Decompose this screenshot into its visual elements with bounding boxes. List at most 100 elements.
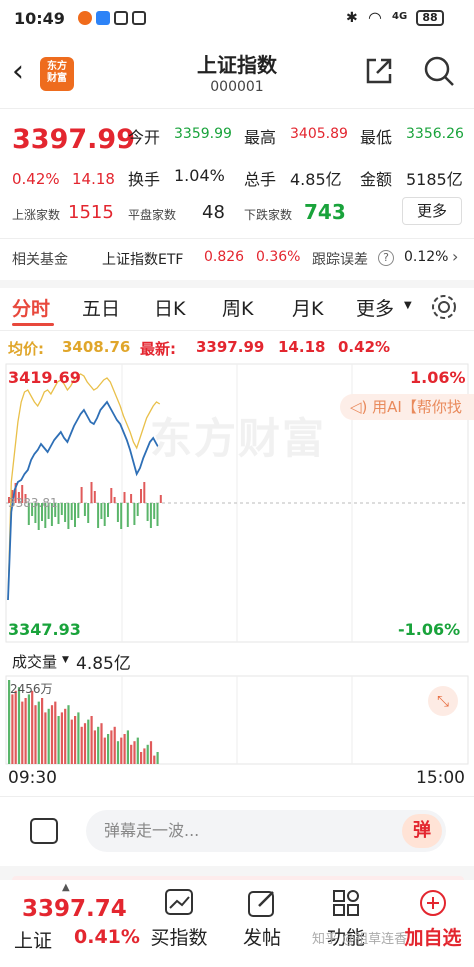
time-start: 09:30 <box>8 768 57 788</box>
tab-day-k[interactable]: 日K <box>154 294 185 321</box>
y-mid-price: 3383.81 <box>8 496 58 510</box>
nav-buy-index[interactable]: 买指数 <box>144 888 214 950</box>
price-bar <box>107 503 109 517</box>
nav-label: 买指数 <box>150 927 208 949</box>
more-button[interactable]: 更多 <box>402 197 462 225</box>
low-value: 3356.26 <box>406 126 464 142</box>
chart-icon <box>165 889 193 915</box>
volume-bar <box>54 701 57 764</box>
nav-post[interactable]: 发帖 <box>232 888 292 950</box>
volume-bar <box>156 752 159 764</box>
dropdown-icon[interactable]: ▼ <box>62 655 69 665</box>
tab-week-k[interactable]: 周K <box>222 294 253 321</box>
turnover-label: 换手 <box>128 170 161 189</box>
bottom-price[interactable]: 3397.74 <box>22 896 127 922</box>
fund-name[interactable]: 上证指数ETF <box>102 249 183 269</box>
volume-bar <box>83 723 87 764</box>
price-bar <box>80 487 83 503</box>
volume-bar <box>57 716 60 764</box>
ai-tip-text: 用AI【帮你找 <box>372 398 462 416</box>
volume-bar <box>116 741 120 764</box>
price-bar <box>153 503 156 519</box>
chat-icon[interactable] <box>30 818 58 844</box>
danmu-button[interactable]: 弹 <box>402 814 442 848</box>
price-bar <box>116 503 119 522</box>
stock-code: 000001 <box>210 79 264 95</box>
volume-bar <box>77 712 80 764</box>
dropdown-icon[interactable]: ▼ <box>404 300 412 311</box>
tab-5day[interactable]: 五日 <box>82 294 120 321</box>
volume-bar <box>21 701 24 764</box>
share-icon[interactable] <box>364 56 394 86</box>
caret-up-icon[interactable]: ▲ <box>62 882 70 893</box>
settings-icon[interactable] <box>430 293 458 321</box>
add-circle-icon <box>420 890 446 916</box>
help-icon[interactable]: ? <box>378 250 394 266</box>
volume-bar <box>50 705 54 764</box>
app-icon <box>96 11 110 25</box>
price-bar <box>93 491 96 503</box>
price-bar <box>140 489 142 503</box>
price-bar <box>64 503 67 522</box>
volume-bar <box>37 701 40 764</box>
expand-icon[interactable]: ⤡ <box>428 686 458 716</box>
price-bar <box>103 503 106 526</box>
volume-bar <box>146 744 149 764</box>
volume-bar <box>24 698 27 764</box>
search-icon[interactable] <box>422 54 456 88</box>
volume-bar <box>97 726 100 764</box>
volume-chart <box>5 675 469 765</box>
last-label: 最新: <box>140 340 176 358</box>
price-bar <box>70 503 73 520</box>
volume-bar <box>90 716 93 764</box>
avg-label: 均价: <box>8 340 44 358</box>
volume-bar <box>27 694 30 764</box>
price-bar <box>120 503 123 529</box>
zhihu-watermark: 知乎 @祖草连香 <box>312 932 408 947</box>
speaker-icon: ◁) <box>350 398 373 416</box>
chevron-right-icon[interactable]: › <box>452 247 458 266</box>
bottom-pct: 0.41% <box>74 926 140 948</box>
volume-value: 4.85亿 <box>290 170 342 189</box>
volume-bar <box>110 730 113 764</box>
price-bar <box>143 482 146 503</box>
volume-title[interactable]: 成交量 <box>12 651 57 672</box>
price-bar <box>130 494 133 503</box>
bluetooth-icon: ✱ <box>346 10 358 26</box>
volume-bar <box>100 723 103 764</box>
volume-bar <box>103 737 106 764</box>
volume-label: 总手 <box>244 170 277 189</box>
ai-tip[interactable]: ◁) 用AI【帮你找 <box>340 394 474 420</box>
volume-bar <box>143 748 146 764</box>
divider <box>0 108 474 109</box>
danmu-input[interactable]: 弹幕走一波... <box>86 810 446 852</box>
price-bar <box>100 503 103 519</box>
tab-intraday[interactable]: 分时 <box>12 294 50 321</box>
down-label: 下跌家数 <box>244 208 293 222</box>
chart-last-pct: 0.42% <box>338 338 391 356</box>
weibo-icon <box>78 11 92 25</box>
divider <box>0 330 474 331</box>
bottom-name: 上证 <box>14 930 53 952</box>
active-tab-indicator <box>12 323 54 326</box>
price-bar <box>156 503 159 526</box>
price-bar <box>57 503 60 524</box>
volume-bar <box>60 712 63 764</box>
amount-label: 金额 <box>360 170 393 189</box>
divider <box>0 238 474 239</box>
volume-bar <box>133 741 136 764</box>
open-label: 今开 <box>128 128 161 147</box>
tab-month-k[interactable]: 月K <box>292 294 323 321</box>
up-count: 1515 <box>68 202 114 223</box>
battery-icon: 88 <box>416 10 444 26</box>
price-bar <box>60 503 63 515</box>
tab-more[interactable]: 更多 <box>356 294 394 321</box>
nav-label: 加自选 <box>404 927 462 949</box>
price-bar <box>110 488 113 503</box>
volume-bar <box>70 719 73 764</box>
turnover-value: 1.04% <box>174 166 225 185</box>
volume-bar <box>149 741 153 764</box>
y-top-pct: 1.06% <box>410 368 466 387</box>
last-price: 3397.99 <box>12 124 135 155</box>
down-count: 743 <box>304 200 346 224</box>
